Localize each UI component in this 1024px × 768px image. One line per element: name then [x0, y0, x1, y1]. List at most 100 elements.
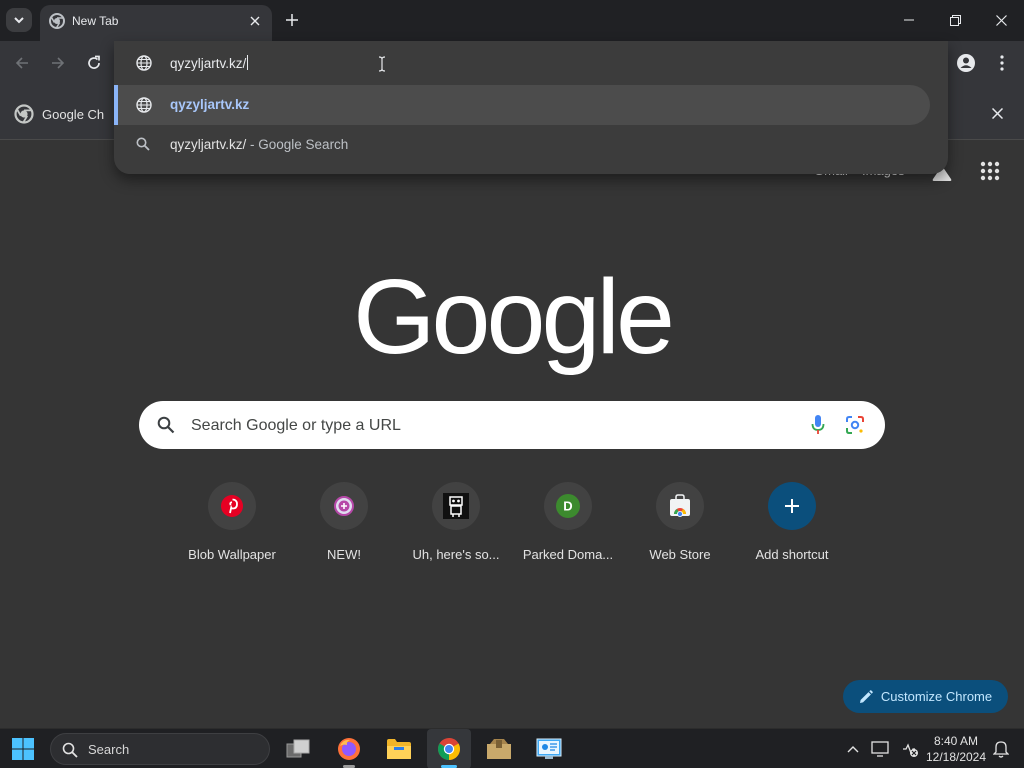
taskbar-chrome[interactable]: [427, 729, 471, 768]
apps-grid-icon: [980, 161, 1000, 181]
tab-title: New Tab: [72, 14, 119, 28]
start-button[interactable]: [12, 738, 34, 765]
title-bar: New Tab: [0, 0, 1024, 41]
search-icon: [62, 742, 78, 758]
ntp-search-placeholder: Search Google or type a URL: [191, 417, 401, 434]
robot-icon: [443, 493, 469, 519]
tray-network-button[interactable]: [901, 740, 919, 758]
shortcut-label: Uh, here's so...: [412, 547, 500, 562]
customize-chrome-button[interactable]: Customize Chrome: [843, 680, 1008, 713]
taskbar-search-label: Search: [88, 742, 130, 757]
ntp-search-box[interactable]: Search Google or type a URL: [139, 401, 885, 449]
shortcut-new[interactable]: NEW!: [288, 482, 400, 572]
taskbar-archive[interactable]: [477, 729, 521, 768]
address-bar-input[interactable]: qyzyljartv.kz/: [170, 55, 249, 71]
firefox-icon: [338, 738, 360, 760]
reload-icon: [88, 55, 100, 69]
close-window-button[interactable]: [978, 0, 1024, 40]
arrow-left-icon: [15, 57, 28, 69]
tab-close-button[interactable]: [246, 12, 264, 30]
shortcut-blob-wallpaper[interactable]: Blob Wallpaper: [176, 482, 288, 572]
restore-icon: [949, 14, 961, 26]
omnibox-suggestion-url[interactable]: qyzyljartv.kz: [114, 85, 930, 125]
suggestion-text: qyzyljartv.kz: [170, 97, 249, 112]
shortcut-icon-tile: [768, 482, 816, 530]
shortcut-label: Parked Doma...: [522, 547, 614, 562]
chevron-up-icon: [847, 746, 859, 753]
microphone-icon[interactable]: [811, 414, 825, 436]
ibeam-cursor-icon: [378, 56, 386, 72]
arrow-right-icon: [52, 57, 65, 69]
archive-icon: [487, 739, 511, 759]
menu-button[interactable]: [991, 52, 1013, 74]
plus-icon: [785, 499, 799, 513]
pencil-icon: [859, 689, 873, 703]
clock-time: 8:40 AM: [933, 734, 979, 748]
kebab-menu-icon: [1000, 55, 1004, 71]
reload-button[interactable]: [83, 52, 105, 74]
shortcut-icon-tile: [656, 482, 704, 530]
address-bar-value: qyzyljartv.kz/: [170, 56, 247, 71]
profile-button[interactable]: [955, 52, 977, 74]
globe-icon: [136, 97, 152, 113]
shortcut-label: Blob Wallpaper: [188, 547, 276, 562]
shortcut-icon-tile: [320, 482, 368, 530]
taskbar-file-explorer[interactable]: [377, 729, 421, 768]
windows-icon: [12, 738, 34, 760]
taskbar-firefox[interactable]: [327, 729, 371, 768]
omnibox-suggestion-search[interactable]: qyzyljartv.kz/ - Google Search: [114, 125, 930, 165]
folder-icon: [387, 739, 411, 759]
bell-icon: [993, 741, 1009, 758]
new-tab-button[interactable]: [282, 10, 302, 30]
restore-button[interactable]: [932, 0, 978, 40]
display-icon: [871, 741, 889, 757]
globe-icon: [136, 55, 152, 71]
notifications-button[interactable]: [992, 740, 1010, 758]
search-icon: [136, 137, 150, 151]
forward-button[interactable]: [47, 52, 69, 74]
profile-icon: [957, 54, 975, 72]
web-store-icon: [670, 494, 690, 517]
info-bar-label: Google Ch: [42, 106, 105, 122]
taskbar-search[interactable]: Search: [50, 733, 270, 765]
shortcut-label: Add shortcut: [755, 547, 829, 562]
shortcut-label: NEW!: [327, 547, 361, 562]
tab-new-tab[interactable]: New Tab: [40, 5, 272, 41]
tab-search-button[interactable]: [6, 8, 32, 32]
task-view-button[interactable]: [276, 729, 320, 768]
chrome-icon: [14, 104, 34, 124]
chrome-icon: [49, 13, 65, 29]
shortcut-icon-tile: D: [544, 482, 592, 530]
google-apps-button[interactable]: [980, 161, 1000, 181]
pinterest-icon: [221, 495, 243, 517]
tray-display-icon-button[interactable]: [871, 740, 889, 758]
add-shortcut-button[interactable]: Add shortcut: [736, 482, 848, 572]
shortcut-parked-domain[interactable]: D Parked Doma...: [512, 482, 624, 572]
letter-d-icon: D: [556, 494, 580, 518]
minimize-button[interactable]: [886, 0, 932, 40]
shortcut-uh-heres-so[interactable]: Uh, here's so...: [400, 482, 512, 572]
shortcut-icon-tile: [432, 482, 480, 530]
network-disconnected-icon: [903, 743, 918, 757]
address-bar[interactable]: qyzyljartv.kz/: [114, 41, 948, 85]
google-logo: Google: [353, 258, 675, 376]
google-lens-icon[interactable]: [845, 415, 865, 435]
plus-icon: [286, 14, 298, 26]
taskbar-clock[interactable]: 8:40 AM 12/18/2024: [920, 733, 992, 765]
info-bar-item[interactable]: Google Ch: [14, 104, 104, 124]
suggestion-description: - Google Search: [246, 137, 349, 152]
minimize-icon: [904, 19, 914, 21]
control-panel-icon: [536, 738, 562, 759]
task-view-icon: [286, 739, 310, 758]
back-button[interactable]: [11, 52, 33, 74]
plus-badge-icon: [334, 496, 354, 516]
shortcut-web-store[interactable]: Web Store: [624, 482, 736, 572]
suggestion-query: qyzyljartv.kz/: [170, 137, 247, 152]
letter-d-text: D: [563, 499, 572, 514]
taskbar-control-panel[interactable]: [527, 729, 571, 768]
text-caret: [247, 55, 249, 70]
info-bar-close-button[interactable]: [988, 104, 1006, 122]
clock-date: 12/18/2024: [925, 750, 987, 764]
show-hidden-icons-button[interactable]: [844, 740, 862, 758]
close-icon: [991, 107, 1003, 119]
